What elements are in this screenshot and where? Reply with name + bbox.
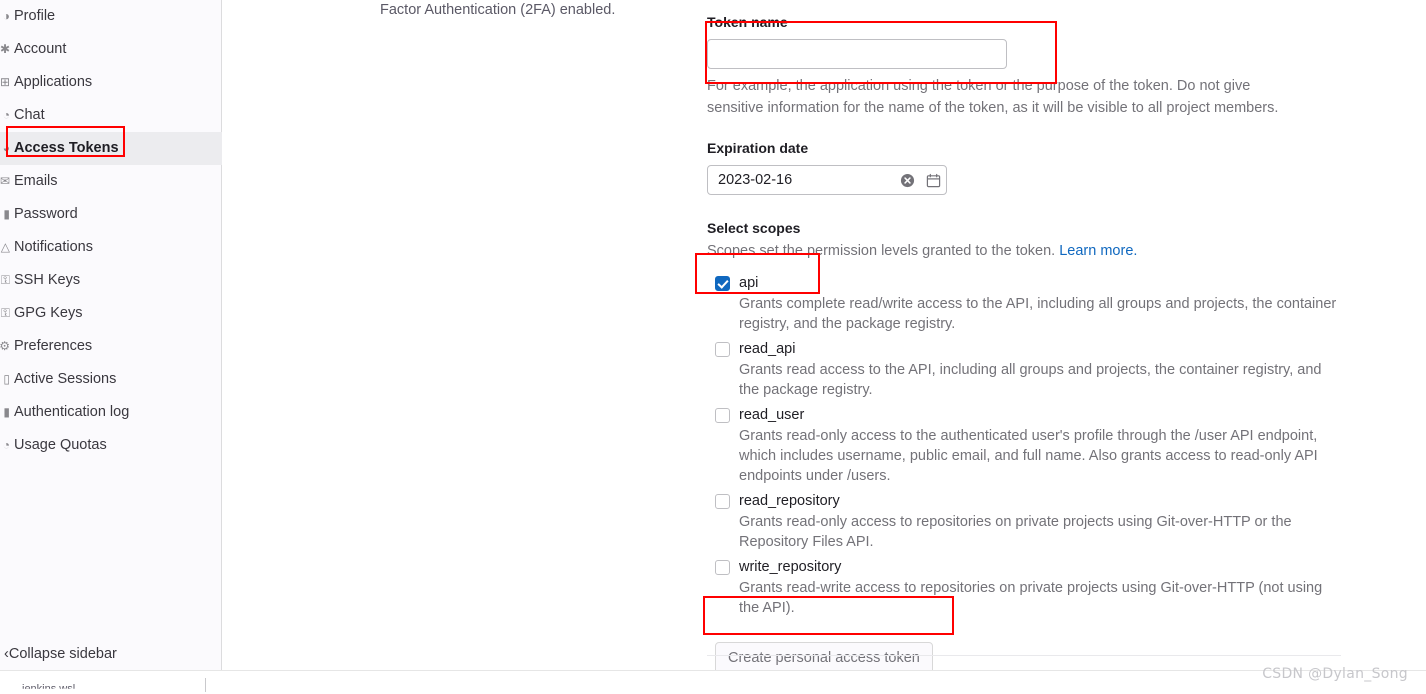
scope-name: write_repository <box>739 559 842 575</box>
create-token-form: Token name For example, the application … <box>707 13 1341 675</box>
key-icon: ⚿ <box>0 273 10 287</box>
checkbox-write-repository[interactable] <box>715 560 730 575</box>
scope-description: Grants complete read/write access to the… <box>739 296 1337 332</box>
token-name-help-text: For example, the application using the t… <box>707 78 1279 116</box>
scope-row-read-api[interactable]: read_api Grants read access to the API, … <box>707 339 1341 400</box>
sidebar-item-label: Chat <box>14 107 45 123</box>
page-root: ◑ Profile ✱ Account ⊞ Applications ◔ Cha… <box>0 0 1426 694</box>
sidebar-item-label: Active Sessions <box>14 371 117 387</box>
scope-description: Grants read-only access to the authentic… <box>739 428 1318 484</box>
sidebar-item-label: Access Tokens <box>14 140 119 156</box>
sidebar-item-label: Password <box>14 206 78 222</box>
collapse-sidebar-label: Collapse sidebar <box>8 645 117 662</box>
sliders-icon: ⚙ <box>0 339 10 353</box>
sidebar-item-label: GPG Keys <box>14 305 83 321</box>
sidebar-item-account[interactable]: ✱ Account <box>0 33 222 66</box>
sidebar-item-label: Emails <box>14 173 58 189</box>
sidebar-item-authentication-log[interactable]: ▮ Authentication log <box>0 396 222 429</box>
browser-bottom-strip <box>0 670 1426 694</box>
main-content: Factor Authentication (2FA) enabled. Tok… <box>223 0 1426 675</box>
scope-name: read_api <box>739 341 796 357</box>
sidebar-item-label: Usage Quotas <box>14 437 107 453</box>
scope-row-write-repository[interactable]: write_repository Grants read-write acces… <box>707 557 1341 618</box>
log-icon: ▮ <box>3 405 10 419</box>
checkbox-api[interactable] <box>715 276 730 291</box>
scope-row-api[interactable]: api Grants complete read/write access to… <box>707 273 1341 334</box>
sidebar-item-notifications[interactable]: △ Notifications <box>0 231 222 264</box>
chat-icon: ◔ <box>2 108 10 122</box>
checkbox-read-user[interactable] <box>715 408 730 423</box>
scope-description: Grants read-only access to repositories … <box>739 514 1292 550</box>
lock-icon: ▮ <box>3 207 10 221</box>
sidebar-item-preferences[interactable]: ⚙ Preferences <box>0 330 222 363</box>
sidebar-item-applications[interactable]: ⊞ Applications <box>0 66 222 99</box>
token-icon: ◕ <box>2 141 10 155</box>
scope-name: api <box>739 275 759 291</box>
sidebar-item-label: Notifications <box>14 239 93 255</box>
tab-divider <box>205 678 206 692</box>
user-icon: ◑ <box>2 9 10 23</box>
expiration-date-value: 2023-02-16 <box>718 172 793 188</box>
sidebar-item-password[interactable]: ▮ Password <box>0 198 222 231</box>
checkbox-read-repository[interactable] <box>715 494 730 509</box>
sidebar-item-label: Applications <box>14 74 93 90</box>
scopes-help-sentence: Scopes set the permission levels granted… <box>707 243 1056 259</box>
scope-description: Grants read-write access to repositories… <box>739 580 1323 616</box>
sidebar-item-label: Authentication log <box>14 404 130 420</box>
scope-row-read-repository[interactable]: read_repository Grants read-only access … <box>707 491 1341 552</box>
monitor-icon: ▯ <box>3 372 10 386</box>
sidebar-item-label: Profile <box>14 8 56 24</box>
select-scopes-label: Select scopes <box>707 220 801 236</box>
sidebar-item-emails[interactable]: ✉ Emails <box>0 165 222 198</box>
expiration-date-field[interactable]: 2023-02-16 <box>707 165 947 195</box>
scope-name: read_repository <box>739 493 840 509</box>
intro-text-fragment: Factor Authentication (2FA) enabled. <box>380 2 616 18</box>
calendar-icon[interactable] <box>920 167 946 193</box>
learn-more-link[interactable]: Learn more. <box>1059 243 1137 259</box>
bell-icon: △ <box>0 240 10 254</box>
collapse-sidebar-button[interactable]: ‹ Collapse sidebar <box>0 637 221 670</box>
sidebar-item-gpg-keys[interactable]: ⚿ GPG Keys <box>0 297 222 330</box>
sidebar-item-access-tokens[interactable]: ◕ Access Tokens <box>0 132 222 165</box>
scope-row-read-user[interactable]: read_user Grants read-only access to the… <box>707 405 1341 486</box>
sidebar-item-profile[interactable]: ◑ Profile <box>0 0 222 33</box>
user-settings-sidebar: ◑ Profile ✱ Account ⊞ Applications ◔ Cha… <box>0 0 222 670</box>
watermark: CSDN @Dylan_Song <box>1262 666 1408 682</box>
sidebar-item-label: Preferences <box>14 338 93 354</box>
envelope-icon: ✉ <box>0 174 10 188</box>
scope-checkbox-list: api Grants complete read/write access to… <box>707 273 1341 618</box>
sidebar-item-label: Account <box>14 41 67 57</box>
clear-circle-icon[interactable] <box>894 167 920 193</box>
gauge-icon: ◔ <box>2 438 10 452</box>
scope-description: Grants read access to the API, including… <box>739 362 1322 398</box>
account-icon: ✱ <box>0 42 10 56</box>
form-divider <box>707 655 1341 656</box>
sidebar-item-usage-quotas[interactable]: ◔ Usage Quotas <box>0 429 222 462</box>
sidebar-item-ssh-keys[interactable]: ⚿ SSH Keys <box>0 264 222 297</box>
scope-name: read_user <box>739 407 805 423</box>
scopes-help-text: Scopes set the permission levels granted… <box>707 241 1341 261</box>
sidebar-item-label: SSH Keys <box>14 272 81 288</box>
token-name-input[interactable] <box>707 39 1007 69</box>
sidebar-item-active-sessions[interactable]: ▯ Active Sessions <box>0 363 222 396</box>
apps-icon: ⊞ <box>0 75 10 89</box>
key-icon: ⚿ <box>0 306 10 320</box>
expiration-date-label: Expiration date <box>707 140 809 156</box>
sidebar-item-chat[interactable]: ◔ Chat <box>0 99 222 132</box>
checkbox-read-api[interactable] <box>715 342 730 357</box>
sidebar-nav-list: ◑ Profile ✱ Account ⊞ Applications ◔ Cha… <box>0 0 222 462</box>
token-name-label: Token name <box>707 14 788 30</box>
